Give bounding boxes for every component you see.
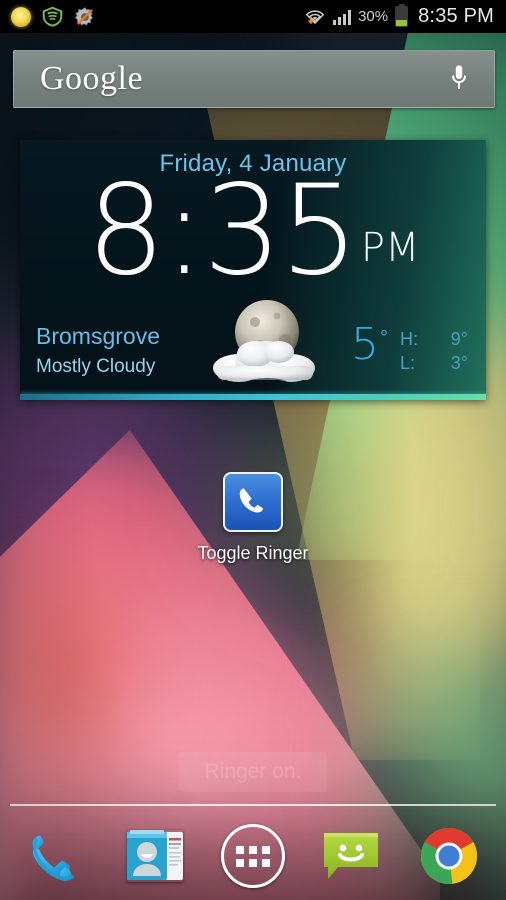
widget-high-label: H: — [400, 329, 418, 349]
microphone-icon[interactable] — [448, 63, 470, 95]
status-bar-left-icons — [0, 6, 96, 28]
status-bar-right-icons: 30% 8:35 PM — [304, 3, 506, 28]
widget-accent-bar — [20, 394, 486, 400]
google-search-bar[interactable]: Google — [13, 50, 495, 108]
status-bar[interactable]: 30% 8:35 PM — [0, 0, 506, 33]
toast-message: Ringer on. — [178, 752, 328, 792]
widget-high-row: H: 9° — [400, 327, 468, 351]
widget-temperature: 5 — [351, 319, 379, 370]
contacts-card-icon — [127, 830, 183, 882]
widget-condition: Mostly Cloudy — [36, 356, 156, 377]
shortcut-label: Toggle Ringer — [197, 543, 309, 563]
app-drawer-icon — [221, 824, 285, 888]
clock-weather-widget[interactable]: Friday, 4 January 8:35 PM Bromsgrove Mos… — [20, 140, 486, 400]
widget-temperature-degree: ° — [380, 327, 388, 349]
widget-time: 8:35 — [86, 159, 359, 303]
wifi-icon — [304, 6, 326, 28]
shortcut-toggle-ringer[interactable]: Toggle Ringer — [178, 472, 328, 564]
dock-messaging[interactable] — [316, 821, 386, 891]
dock-contacts[interactable] — [120, 821, 190, 891]
battery-icon — [395, 3, 409, 27]
widget-high-low: H: 9° L: 3° — [400, 327, 468, 376]
brightness-sun-icon — [11, 6, 31, 27]
dock-divider — [10, 804, 496, 806]
widget-low-row: L: 3° — [400, 351, 468, 375]
google-logo-text: Google — [40, 60, 144, 97]
widget-time-row[interactable]: 8:35 PM — [20, 159, 486, 303]
dock — [0, 812, 506, 900]
chrome-icon — [419, 826, 479, 886]
phone-handset-icon[interactable] — [223, 472, 283, 532]
widget-low-value: 3° — [450, 353, 468, 374]
home-screen: 30% 8:35 PM Google Friday, 4 January 8:3… — [0, 0, 506, 900]
moon-behind-cloud-icon — [205, 292, 325, 392]
gear-settings-icon — [74, 6, 96, 28]
status-bar-clock: 8:35 PM — [418, 5, 494, 27]
dock-phone[interactable] — [22, 821, 92, 891]
spotify-icon — [42, 6, 63, 27]
widget-temperature-block: 5 ° H: 9° L: 3° — [351, 319, 468, 376]
battery-percent-label: 30% — [358, 8, 389, 25]
widget-low-label: L: — [400, 353, 416, 374]
widget-ampm: PM — [360, 225, 420, 272]
phone-icon — [27, 826, 87, 886]
cellular-signal-icon — [332, 8, 352, 25]
message-bubble-icon — [321, 827, 381, 885]
widget-high-value: 9° — [450, 329, 468, 349]
widget-city: Bromsgrove — [36, 323, 160, 349]
dock-app-drawer[interactable] — [218, 821, 288, 891]
dock-chrome[interactable] — [414, 821, 484, 891]
